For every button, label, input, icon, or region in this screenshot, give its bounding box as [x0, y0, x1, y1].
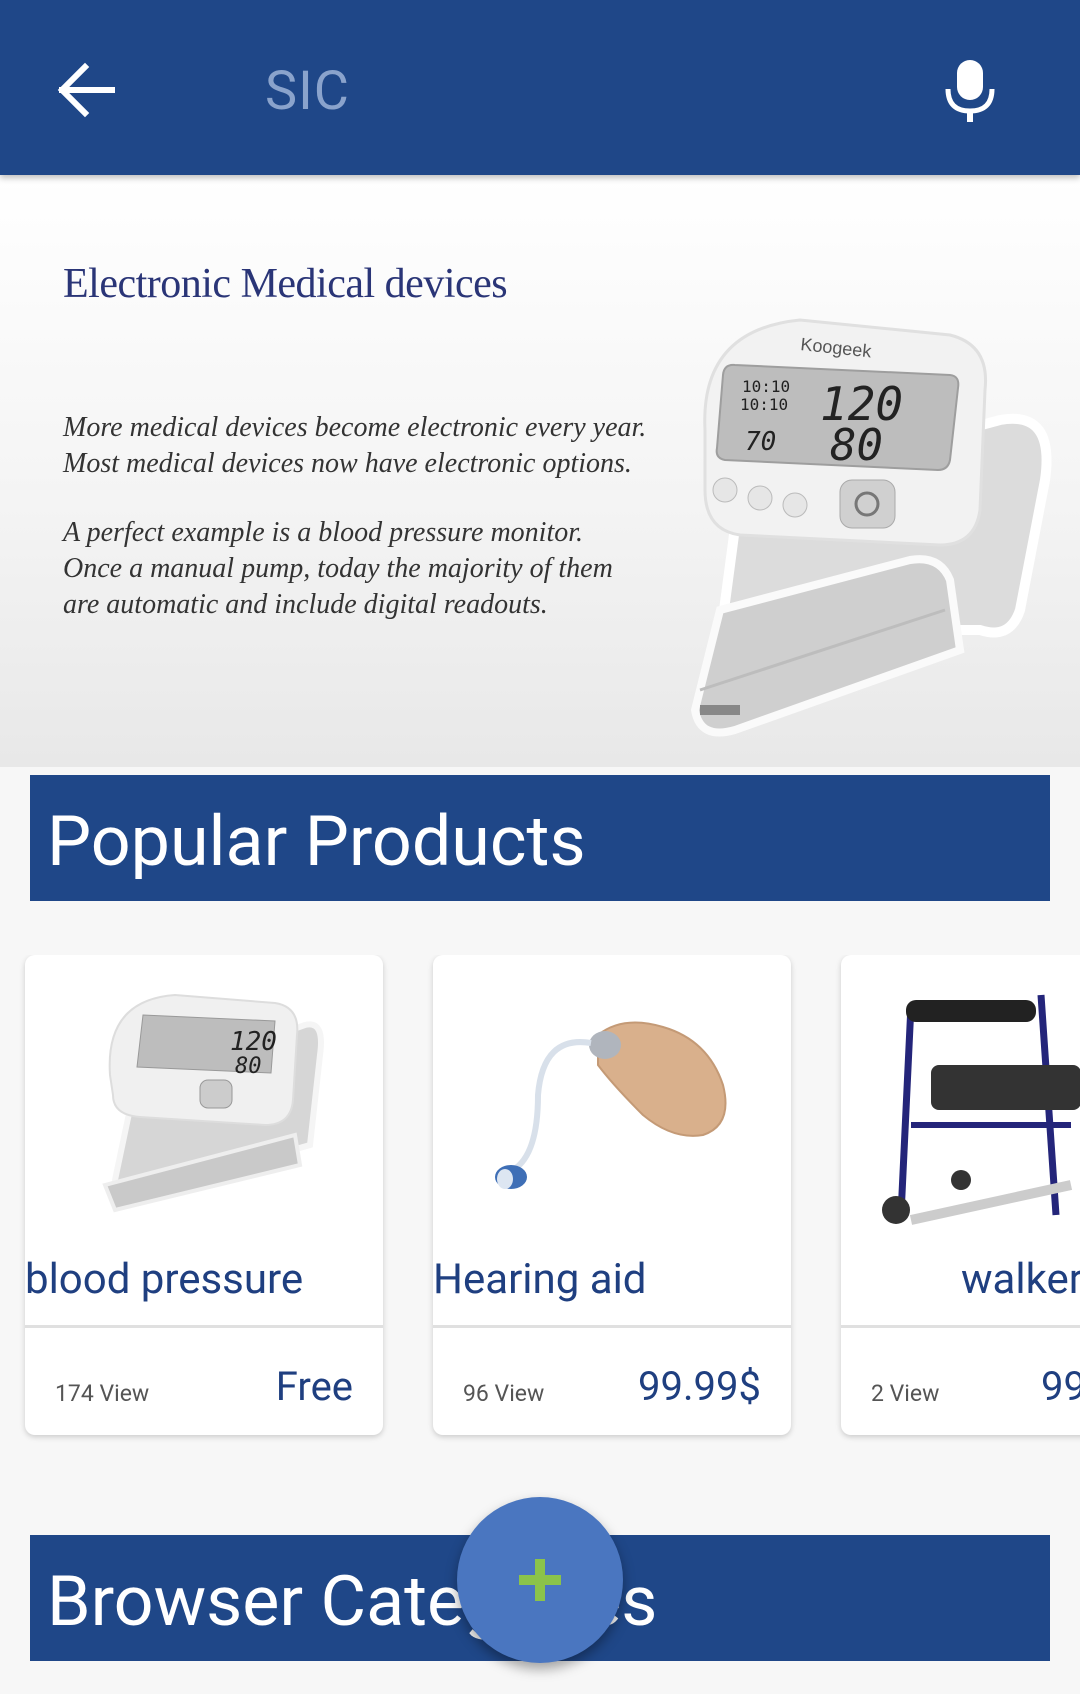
search-query-text[interactable]: SIC [265, 60, 350, 123]
card-divider [25, 1325, 383, 1328]
product-views: 174 View [55, 1380, 150, 1407]
product-price: Free [275, 1363, 353, 1410]
product-image: 120 80 [102, 993, 324, 1213]
product-views: 2 View [871, 1380, 940, 1407]
popular-products-header: Popular Products [30, 775, 1050, 901]
promo-banner[interactable]: Electronic Medical devices More medical … [0, 175, 1080, 767]
card-divider [841, 1325, 1080, 1328]
banner-paragraph-1: More medical devices become electronic e… [63, 410, 683, 482]
blood-pressure-monitor-image: Koogeek 10:10 10:10 120 70 80 [690, 318, 1052, 737]
banner-text-line: More medical devices become electronic e… [63, 412, 647, 443]
banner-text-line: Once a manual pump, today the majority o… [63, 553, 613, 584]
banner-text-line: are automatic and include digital readou… [63, 589, 548, 620]
product-name: Hearing aid [433, 1255, 647, 1304]
device-dia-reading: 80 [830, 420, 883, 471]
add-fab-button[interactable] [457, 1497, 623, 1663]
back-button[interactable] [50, 55, 120, 125]
banner-text-line: Most medical devices now have electronic… [63, 448, 632, 479]
section-title: Popular Products [47, 801, 586, 883]
device-pulse-reading: 70 [745, 427, 776, 457]
banner-title: Electronic Medical devices [63, 261, 508, 307]
product-price: 99 [1041, 1363, 1080, 1410]
product-card[interactable]: Hearing aid 96 View 99.99$ [433, 955, 791, 1435]
voice-search-button[interactable] [940, 55, 1000, 125]
product-image [882, 994, 1080, 1225]
product-card[interactable]: walker 2 View 99 [841, 955, 1080, 1435]
product-name: walker [961, 1255, 1080, 1304]
product-carousel[interactable]: 120 80 blood pressure 174 View Free Hear… [0, 955, 1080, 1445]
card-divider [433, 1325, 791, 1328]
banner-text-line: A perfect example is a blood pressure mo… [63, 517, 584, 548]
product-card[interactable]: 120 80 blood pressure 174 View Free [25, 955, 383, 1435]
product-card-display-dia: 80 [235, 1054, 262, 1079]
banner-paragraph-2: A perfect example is a blood pressure mo… [63, 515, 683, 623]
arrow-left-icon [57, 62, 115, 118]
microphone-icon [945, 60, 995, 122]
product-card-display-sys: 120 [230, 1027, 277, 1057]
app-bar: SIC [0, 0, 1080, 175]
product-price: 99.99$ [638, 1363, 761, 1410]
plus-icon [519, 1559, 561, 1601]
product-image [495, 1021, 727, 1189]
product-views: 96 View [463, 1380, 545, 1407]
device-time-1: 10:10 [742, 377, 790, 396]
device-time-2: 10:10 [740, 395, 788, 414]
product-name: blood pressure [25, 1255, 304, 1304]
